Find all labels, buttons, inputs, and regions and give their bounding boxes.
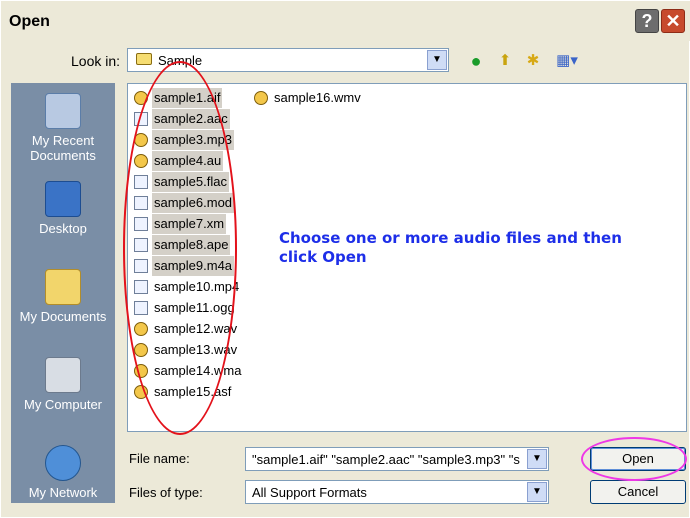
filename-field[interactable]: "sample1.aif" "sample2.aac" "sample3.mp3… <box>245 447 549 471</box>
close-button[interactable]: ✕ <box>661 9 685 33</box>
filename-label: File name: <box>129 451 190 466</box>
media-file-icon <box>134 154 148 168</box>
media-file-icon <box>134 385 148 399</box>
new-folder-icon[interactable]: ✱ <box>523 52 543 70</box>
place-my-documents[interactable]: My Documents <box>11 269 115 324</box>
audio-file-icon <box>134 217 148 231</box>
media-file-icon <box>134 322 148 336</box>
place-label: My Recent Documents <box>30 133 96 163</box>
media-file-icon <box>134 91 148 105</box>
chevron-down-icon[interactable]: ▼ <box>527 482 547 502</box>
media-file-icon <box>134 133 148 147</box>
audio-file-icon <box>134 112 148 126</box>
place-my-network[interactable]: My Network <box>11 445 115 500</box>
up-folder-icon[interactable]: ⬆ <box>495 52 515 70</box>
help-button[interactable]: ? <box>635 9 659 33</box>
place-my-recent-documents[interactable]: My Recent Documents <box>11 93 115 163</box>
window-title: Open <box>9 13 50 30</box>
chevron-down-icon[interactable]: ▼ <box>527 449 547 469</box>
place-label: Desktop <box>39 221 87 236</box>
lookin-dropdown[interactable]: Sample ▼ <box>127 48 449 72</box>
filetype-select[interactable]: All Support Formats ▼ <box>245 480 549 504</box>
audio-file-icon <box>134 259 148 273</box>
back-icon[interactable]: ● <box>466 52 486 70</box>
video-file-icon <box>134 280 148 294</box>
filetype-value: All Support Formats <box>252 485 367 500</box>
my-network-icon <box>45 445 81 481</box>
my-documents-icon <box>45 269 81 305</box>
audio-file-icon <box>134 196 148 210</box>
place-label: My Documents <box>19 309 107 324</box>
recent-documents-icon <box>45 93 81 129</box>
chevron-down-icon[interactable]: ▼ <box>427 50 447 70</box>
place-label: My Computer <box>23 397 103 412</box>
lookin-value: Sample <box>158 53 203 68</box>
place-desktop[interactable]: Desktop <box>11 181 115 236</box>
media-file-icon <box>134 364 148 378</box>
open-button[interactable]: Open <box>590 447 686 471</box>
views-menu-icon[interactable]: ▦▾ <box>553 52 581 70</box>
my-computer-icon <box>45 357 81 393</box>
lookin-label: Look in: <box>71 53 121 69</box>
audio-file-icon <box>134 175 148 189</box>
place-my-computer[interactable]: My Computer <box>11 357 115 412</box>
filename-value: "sample1.aif" "sample2.aac" "sample3.mp3… <box>252 452 520 467</box>
desktop-icon <box>45 181 81 217</box>
cancel-button[interactable]: Cancel <box>590 480 686 504</box>
instruction-text: Choose one or more audio files and then … <box>279 229 622 266</box>
place-label: My Network <box>28 485 98 500</box>
media-file-icon <box>254 91 268 105</box>
title-bar: Open ? ✕ <box>1 1 690 41</box>
audio-file-icon <box>134 238 148 252</box>
folder-icon <box>136 53 152 65</box>
audio-file-icon <box>134 301 148 315</box>
places-bar: My Recent Documents Desktop My Documents… <box>11 83 115 503</box>
filetype-label: Files of type: <box>129 485 203 500</box>
media-file-icon <box>134 343 148 357</box>
open-dialog: Open ? ✕ Look in: Sample ▼ ● ⬆ ✱ ▦▾ My R… <box>0 0 690 518</box>
